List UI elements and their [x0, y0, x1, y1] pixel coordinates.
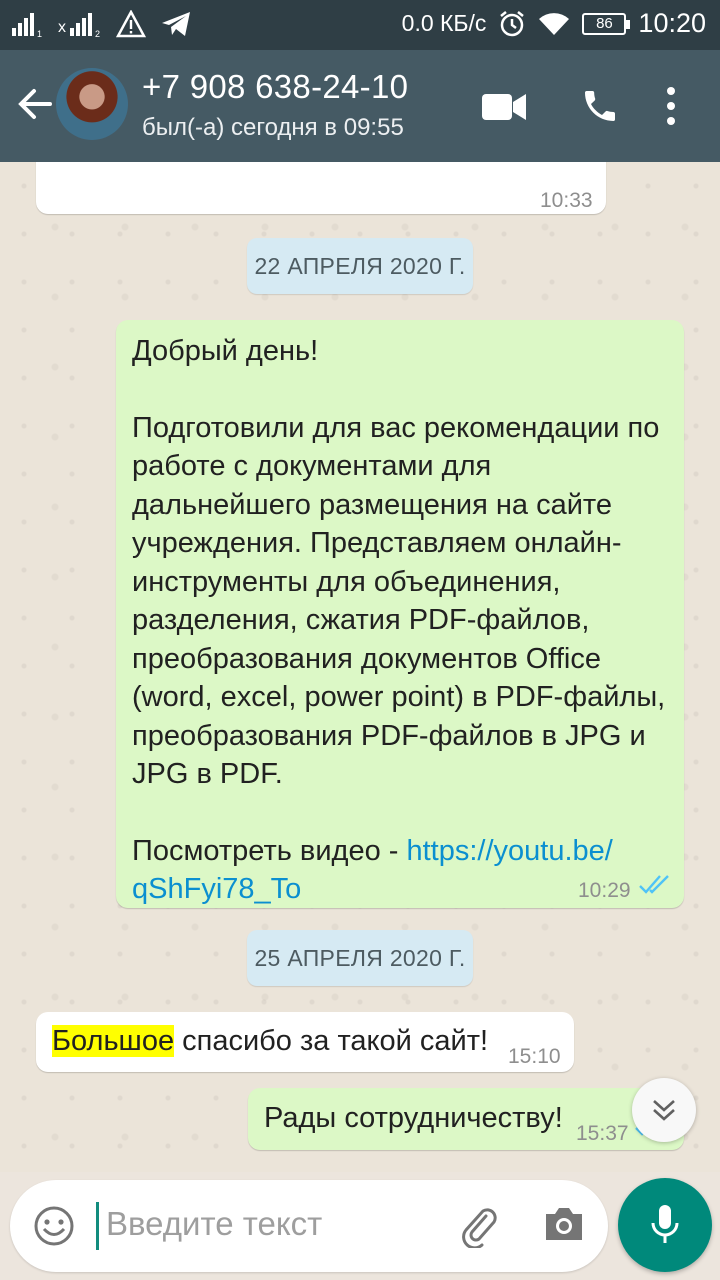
avatar[interactable] [56, 68, 128, 140]
date-separator: 22 АПРЕЛЯ 2020 Г. [247, 238, 473, 294]
date-separator: 25 АПРЕЛЯ 2020 Г. [247, 930, 473, 986]
message-text: Рады сотрудничеству! [264, 1102, 563, 1134]
message-text-rest: спасибо за такой сайт! [174, 1025, 489, 1057]
scroll-to-bottom-button[interactable] [632, 1078, 696, 1142]
message-line: JPG в PDF. [132, 758, 283, 790]
warning-icon [116, 10, 146, 38]
message-outgoing-recommendations[interactable]: Добрый день! Подготовили для вас рекомен… [116, 320, 684, 908]
message-incoming-thanks[interactable]: Большое спасибо за такой сайт! 15:10 [36, 1012, 574, 1072]
attach-icon[interactable] [456, 1202, 502, 1248]
message-line: работе с документами для [132, 450, 492, 482]
message-line: Посмотреть видео - https://youtu.be/ [132, 832, 665, 871]
message-composer: Введите текст [10, 1180, 608, 1272]
mic-button[interactable] [618, 1178, 712, 1272]
video-prefix: Посмотреть видео - [132, 834, 407, 867]
contact-name[interactable]: +7 908 638-24-10 [142, 68, 408, 106]
chat-area[interactable]: 10:33 22 АПРЕЛЯ 2020 Г. Добрый день! Под… [0, 162, 720, 1172]
text-cursor [96, 1202, 99, 1250]
message-time: 15:37 [576, 1122, 629, 1145]
message-line: (word, excel, power point) в PDF-файлы, [132, 681, 666, 713]
more-vert-icon[interactable] [664, 86, 678, 126]
message-line: Подготовили для вас рекомендации по [132, 411, 660, 444]
message-line: преобразования PDF-файлов в JPG и [132, 719, 646, 752]
message-line: преобразования документов Office [132, 642, 601, 675]
status-bar: 1 x 2 0.0 КБ/с 86 10:20 [0, 0, 720, 50]
message-outgoing-reply[interactable]: Рады сотрудничеству! 15:37 [248, 1088, 684, 1150]
message-line: дальнейшего размещения на сайте [132, 488, 612, 521]
svg-text:2: 2 [95, 29, 100, 38]
double-chevron-down-icon [653, 1100, 675, 1121]
message-line: учреждения. Представляем онлайн- [132, 527, 622, 559]
emoji-icon[interactable] [32, 1204, 76, 1248]
message-time: 10:33 [540, 189, 593, 212]
status-left-icons: 1 x 2 [12, 10, 192, 38]
svg-text:1: 1 [37, 29, 42, 38]
battery-level: 86 [596, 15, 613, 32]
message-line: инструменты для объединения, [132, 565, 561, 598]
last-seen-status: был(-а) сегодня в 09:55 [142, 114, 404, 141]
network-speed: 0.0 КБ/с [401, 10, 487, 36]
status-right: 0.0 КБ/с 86 10:20 [402, 8, 706, 39]
mic-icon [651, 1205, 679, 1243]
message-time: 10:29 [578, 879, 631, 902]
signal-2-icon: x 2 [58, 13, 100, 38]
message-line: Добрый день! [132, 335, 319, 367]
video-link[interactable]: https://youtu.be/ [406, 835, 612, 867]
video-link-continued[interactable]: qShFyi78_To [132, 873, 301, 905]
message-line: разделения, сжатия PDF-файлов, [132, 604, 590, 636]
video-call-icon[interactable] [482, 92, 526, 122]
message-incoming-previous[interactable]: 10:33 [36, 162, 606, 214]
read-ticks-icon [639, 875, 669, 894]
chat-header: +7 908 638-24-10 был(-а) сегодня в 09:55 [0, 50, 720, 162]
message-time: 15:10 [508, 1045, 561, 1068]
alarm-icon [500, 10, 525, 36]
message-text: Большое спасибо за такой сайт! [52, 1022, 488, 1061]
signal-1-icon: 1 [12, 13, 42, 38]
back-arrow-icon[interactable] [14, 84, 54, 124]
message-text: Добрый день! Подготовили для вас рекомен… [132, 332, 665, 909]
clock: 10:20 [638, 8, 706, 38]
battery-icon: 86 [582, 12, 631, 35]
phone-icon[interactable] [580, 86, 620, 126]
wifi-icon [539, 12, 570, 35]
telegram-icon [162, 12, 190, 36]
highlighted-word: Большое [52, 1025, 175, 1057]
svg-text:x: x [58, 19, 66, 36]
message-input[interactable]: Введите текст [106, 1205, 322, 1243]
camera-icon[interactable] [542, 1204, 586, 1244]
